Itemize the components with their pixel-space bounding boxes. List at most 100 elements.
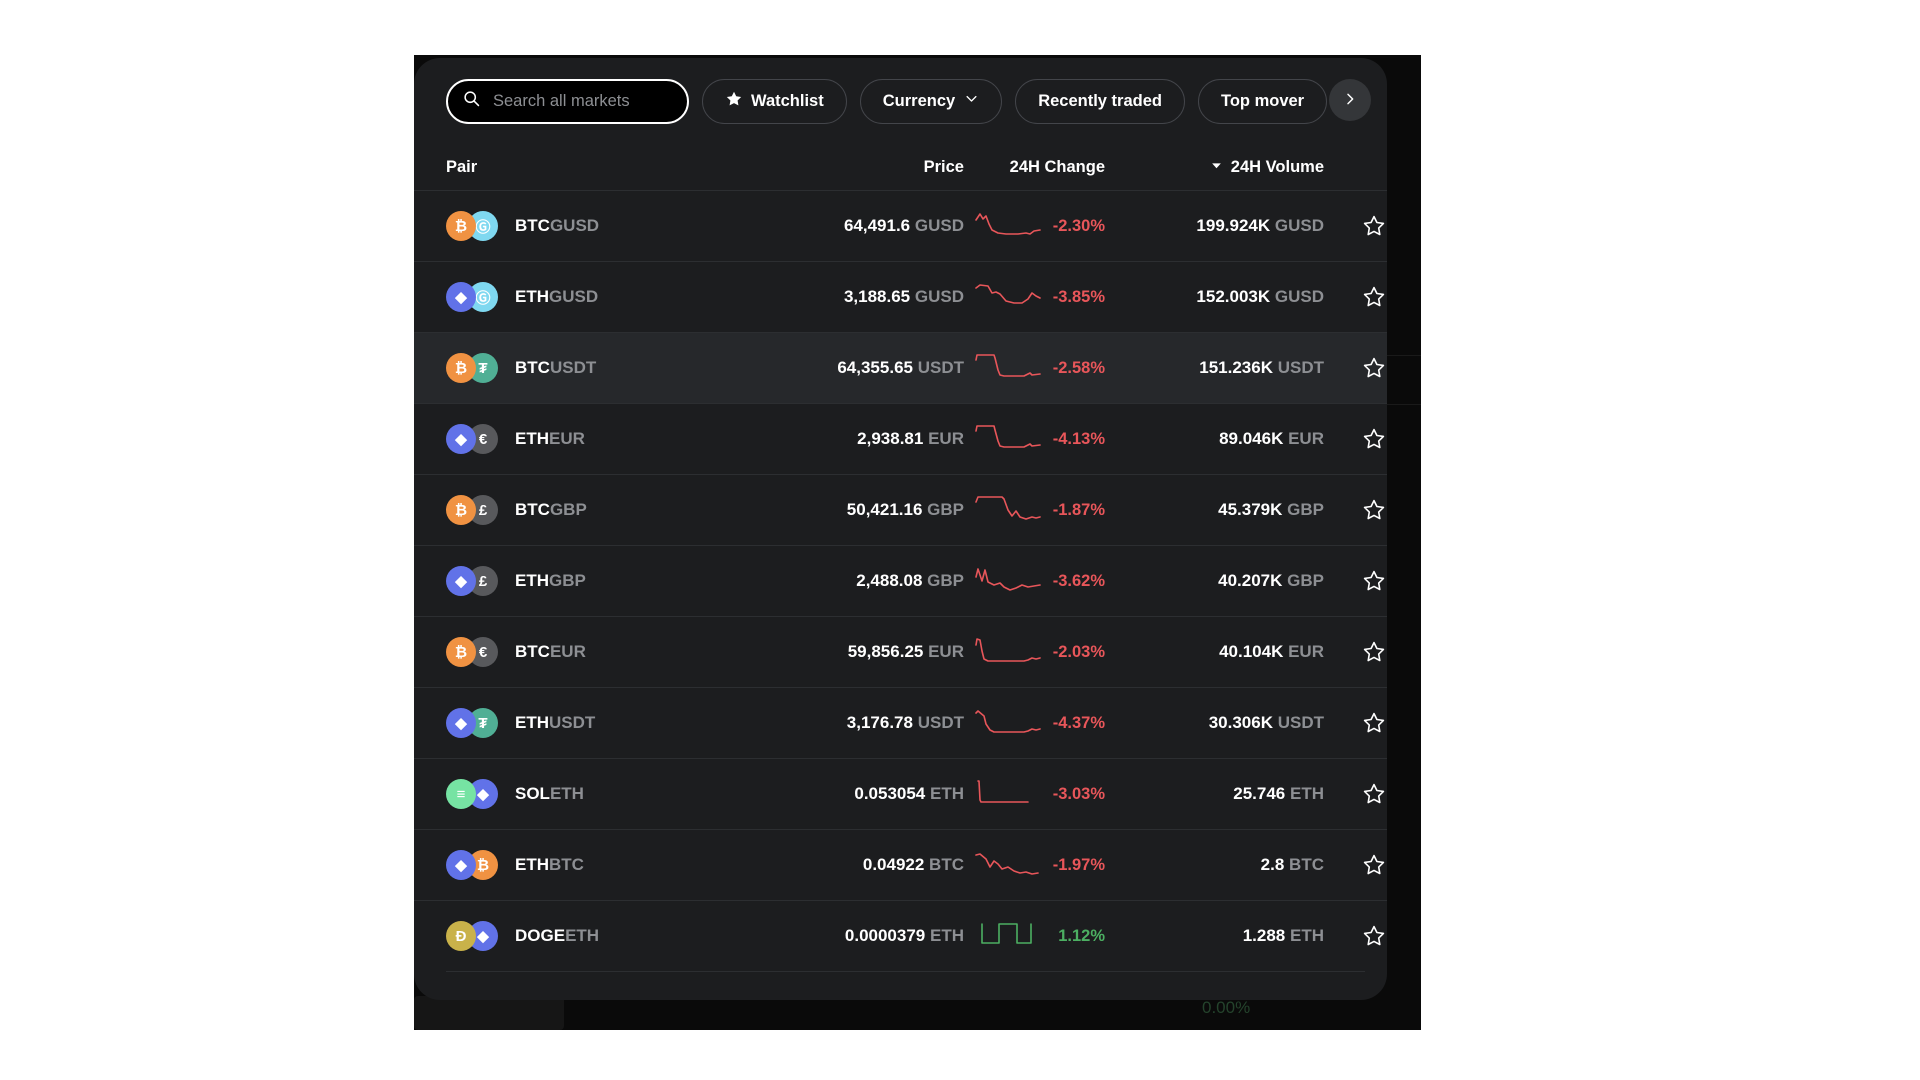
volume-value: 30.306K bbox=[1208, 713, 1273, 732]
table-row[interactable]: ₿ Ⓖ BTCGUSD 64,491.6 GUSD -2.30% 199.924K GUS… bbox=[414, 190, 1387, 261]
cell-change: 1.12% bbox=[964, 916, 1119, 957]
pair-label: BTCUSDT bbox=[515, 358, 596, 378]
price-unit: GUSD bbox=[914, 216, 964, 235]
cell-change: -1.97% bbox=[964, 845, 1119, 886]
volume-value: 40.207K bbox=[1218, 571, 1283, 590]
column-header-change[interactable]: 24H Change bbox=[964, 158, 1119, 177]
pair-quote: USDT bbox=[549, 713, 596, 732]
table-row[interactable]: ◆ ₮ ETHUSDT 3,176.78 USDT -4.37% 30.306K USDT bbox=[414, 687, 1387, 758]
cell-volume: 2.8 BTC bbox=[1119, 855, 1324, 875]
favorite-star-button[interactable] bbox=[1362, 782, 1386, 806]
favorite-star-button[interactable] bbox=[1362, 924, 1386, 948]
table-row[interactable]: ₿ ₮ BTCUSDT 64,355.65 USDT -2.58% 151.236K US… bbox=[414, 332, 1387, 403]
cell-favorite bbox=[1324, 640, 1387, 664]
pair-label: ETHGUSD bbox=[515, 287, 598, 307]
price-unit: BTC bbox=[929, 855, 964, 874]
coin-icon-base: ₿ bbox=[446, 495, 476, 525]
price-unit: USDT bbox=[917, 713, 964, 732]
table-row[interactable]: ◆ € ETHEUR 2,938.81 EUR -4.13% 89.046K EUR bbox=[414, 403, 1387, 474]
volume-value: 45.379K bbox=[1218, 500, 1283, 519]
coin-icon-base: ◆ bbox=[446, 566, 476, 596]
cell-price: 3,188.65 GUSD bbox=[789, 287, 964, 307]
change-percent: -2.30% bbox=[1052, 216, 1105, 235]
cell-pair: ◆ Ⓖ ETHGUSD bbox=[446, 282, 789, 312]
volume-unit: GBP bbox=[1287, 500, 1324, 519]
cell-price: 64,491.6 GUSD bbox=[789, 216, 964, 236]
pair-label: DOGEETH bbox=[515, 926, 599, 946]
pair-icons: ₿ € bbox=[446, 637, 502, 667]
chevron-down-icon bbox=[964, 91, 979, 111]
table-row[interactable]: ₿ £ BTCGBP 50,421.16 GBP -1.87% 45.379K GBP bbox=[414, 474, 1387, 545]
filter-top-mover-button[interactable]: Top mover bbox=[1197, 78, 1328, 124]
cell-price: 3,176.78 USDT bbox=[789, 713, 964, 733]
background-bottom-percent: 0.00% bbox=[1202, 998, 1251, 1017]
favorite-star-button[interactable] bbox=[1362, 214, 1386, 238]
table-bottom-divider bbox=[446, 971, 1365, 972]
pair-base: ETH bbox=[515, 571, 549, 590]
favorite-star-button[interactable] bbox=[1362, 356, 1386, 380]
change-percent: -3.62% bbox=[1052, 571, 1105, 590]
pair-icons: ₿ ₮ bbox=[446, 353, 502, 383]
cell-change: -2.30% bbox=[964, 206, 1119, 247]
table-row[interactable]: ◆ ₿ ETHBTC 0.04922 BTC -1.97% 2.8 BTC bbox=[414, 829, 1387, 900]
pair-base: BTC bbox=[515, 500, 550, 519]
coin-icon-base: ≡ bbox=[446, 779, 476, 809]
cell-pair: ◆ € ETHEUR bbox=[446, 424, 789, 454]
search-field[interactable] bbox=[446, 78, 713, 124]
sparkline-chart bbox=[974, 845, 1044, 886]
cell-pair: Ð ◆ DOGEETH bbox=[446, 921, 789, 951]
table-row[interactable]: ◆ Ⓖ ETHGUSD 3,188.65 GUSD -3.85% 152.003K GUS… bbox=[414, 261, 1387, 332]
price-unit: EUR bbox=[928, 642, 964, 661]
cell-volume: 40.207K GBP bbox=[1119, 571, 1324, 591]
table-row[interactable]: Ð ◆ DOGEETH 0.0000379 ETH 1.12% 1.288 ETH bbox=[414, 900, 1387, 971]
pair-label: ETHBTC bbox=[515, 855, 584, 875]
pair-quote: EUR bbox=[549, 642, 586, 661]
price-unit: GUSD bbox=[914, 287, 964, 306]
price-unit: ETH bbox=[930, 784, 964, 803]
cell-pair: ₿ Ⓖ BTCGUSD bbox=[446, 211, 789, 241]
change-percent: -3.85% bbox=[1052, 287, 1105, 306]
favorite-star-button[interactable] bbox=[1362, 285, 1386, 309]
favorite-star-button[interactable] bbox=[1362, 498, 1386, 522]
table-row[interactable]: ₿ € BTCEUR 59,856.25 EUR -2.03% 40.104K EUR bbox=[414, 616, 1387, 687]
filter-recently-traded-button[interactable]: Recently traded bbox=[1015, 78, 1185, 124]
column-header-volume[interactable]: 24H Volume bbox=[1119, 158, 1324, 177]
volume-value: 151.236K bbox=[1199, 358, 1273, 377]
filter-watchlist-button[interactable]: Watchlist bbox=[702, 78, 847, 124]
sparkline-chart bbox=[974, 561, 1044, 602]
favorite-star-button[interactable] bbox=[1362, 427, 1386, 451]
filter-currency-button[interactable]: Currency bbox=[859, 78, 1003, 124]
pair-icons: ≡ ◆ bbox=[446, 779, 502, 809]
sparkline-chart bbox=[979, 916, 1049, 957]
favorite-star-button[interactable] bbox=[1362, 711, 1386, 735]
coin-icon-base: ◆ bbox=[446, 424, 476, 454]
search-input[interactable] bbox=[480, 91, 713, 111]
column-header-volume-label: 24H Volume bbox=[1230, 157, 1324, 176]
table-row[interactable]: ◆ £ ETHGBP 2,488.08 GBP -3.62% 40.207K GBP bbox=[414, 545, 1387, 616]
favorite-star-button[interactable] bbox=[1362, 569, 1386, 593]
favorite-star-button[interactable] bbox=[1362, 640, 1386, 664]
cell-change: -2.03% bbox=[964, 632, 1119, 673]
column-header-pair[interactable]: Pair bbox=[446, 158, 789, 177]
cell-change: -4.13% bbox=[964, 419, 1119, 460]
table-row[interactable]: ≡ ◆ SOLETH 0.053054 ETH -3.03% 25.746 ETH bbox=[414, 758, 1387, 829]
column-header-price[interactable]: Price bbox=[789, 158, 964, 177]
cell-price: 64,355.65 USDT bbox=[789, 358, 964, 378]
change-percent: -3.03% bbox=[1052, 784, 1105, 803]
coin-icon-base: ◆ bbox=[446, 708, 476, 738]
price-value: 0.04922 bbox=[862, 855, 925, 874]
pair-base: ETH bbox=[515, 713, 549, 732]
favorite-star-button[interactable] bbox=[1362, 853, 1386, 877]
cell-favorite bbox=[1324, 711, 1387, 735]
filter-recently-traded-label: Recently traded bbox=[1038, 91, 1162, 110]
price-value: 0.0000379 bbox=[844, 926, 926, 945]
pair-quote: ETH bbox=[565, 926, 600, 945]
pair-label: ETHGBP bbox=[515, 571, 586, 591]
market-filters-toolbar: Watchlist Currency Recently traded Top m… bbox=[414, 58, 1387, 144]
cell-favorite bbox=[1324, 853, 1387, 877]
pair-quote: BTC bbox=[549, 855, 584, 874]
cell-favorite bbox=[1324, 569, 1387, 593]
price-value: 2,488.08 bbox=[856, 571, 923, 590]
filters-scroll-next-button[interactable] bbox=[1329, 79, 1371, 121]
pair-base: BTC bbox=[515, 216, 550, 235]
